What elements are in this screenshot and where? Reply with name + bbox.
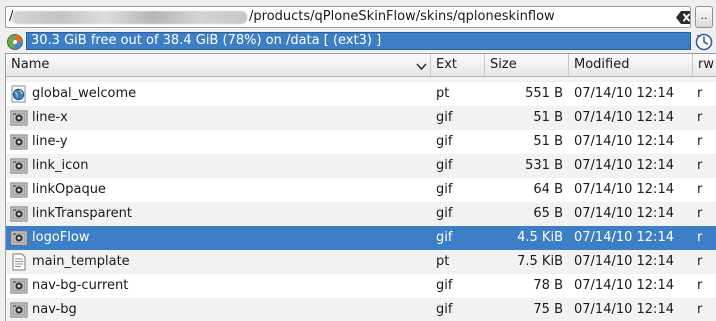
file-ext: pt: [436, 254, 450, 269]
file-modified: 07/14/10 12:14: [574, 254, 674, 269]
file-size: 551 B: [525, 86, 563, 101]
file-rw: r: [697, 86, 703, 101]
column-ext-label: Ext: [436, 57, 458, 72]
file-row[interactable]: linkTransparent gif 65 B 07/14/10 12:14 r: [6, 202, 716, 226]
file-ext: gif: [436, 182, 453, 197]
file-row[interactable]: main_template pt 7.5 KiB 07/14/10 12:14 r: [6, 250, 716, 274]
file-size: 51 B: [533, 134, 563, 149]
column-name-header[interactable]: Name: [6, 54, 431, 76]
file-ext: gif: [436, 206, 453, 221]
column-header: Name Ext Size Modified rw: [6, 54, 716, 77]
image-icon: [10, 229, 28, 247]
column-size-label: Size: [490, 57, 517, 72]
file-row-container: global_welcome pt 551 B 07/14/10 12:14 r line…: [6, 82, 716, 321]
history-clock-icon[interactable]: [695, 32, 713, 51]
file-modified: 07/14/10 12:14: [574, 182, 674, 197]
file-modified: 07/14/10 12:14: [574, 278, 674, 293]
file-modified: 07/14/10 12:14: [574, 206, 674, 221]
column-modified-header[interactable]: Modified: [569, 54, 693, 76]
file-list[interactable]: Name Ext Size Modified rw global_welcome…: [5, 53, 716, 321]
column-modified-label: Modified: [574, 57, 630, 72]
image-icon: [10, 109, 28, 127]
file-size: 78 B: [533, 278, 563, 293]
free-space-text: 30.3 GiB free out of 38.4 GiB (78%) on /…: [31, 33, 382, 48]
column-name-label: Name: [11, 57, 50, 72]
file-rw: r: [697, 278, 703, 293]
file-name: link_icon: [32, 158, 89, 173]
file-name: nav-bg: [32, 302, 77, 317]
file-rw: r: [697, 206, 703, 221]
file-ext: gif: [436, 134, 453, 149]
file-ext: gif: [436, 302, 453, 317]
image-icon: [10, 205, 28, 223]
image-icon: [10, 133, 28, 151]
file-ext: pt: [436, 86, 450, 101]
clear-path-icon[interactable]: [675, 10, 690, 25]
file-rw: r: [697, 230, 703, 245]
file-row[interactable]: nav-bg gif 75 B 07/14/10 12:14 r: [6, 298, 716, 321]
file-modified: 07/14/10 12:14: [574, 158, 674, 173]
path-bar: / /products/qPloneSkinFlow/skins/qplones…: [0, 0, 716, 33]
file-row[interactable]: nav-bg-current gif 78 B 07/14/10 12:14 r: [6, 274, 716, 298]
file-modified: 07/14/10 12:14: [574, 302, 674, 317]
file-size: 75 B: [533, 302, 563, 317]
column-size-header[interactable]: Size: [485, 54, 569, 76]
file-size: 531 B: [525, 158, 563, 173]
file-name: linkTransparent: [32, 206, 132, 221]
file-row[interactable]: line-x gif 51 B 07/14/10 12:14 r: [6, 106, 716, 130]
file-modified: 07/14/10 12:14: [574, 230, 674, 245]
file-rw: r: [697, 110, 703, 125]
file-size: 64 B: [533, 182, 563, 197]
file-modified: 07/14/10 12:14: [574, 110, 674, 125]
path-text: /products/qPloneSkinFlow/skins/qploneski…: [249, 9, 555, 24]
file-rw: r: [697, 254, 703, 269]
file-rw: r: [697, 134, 703, 149]
column-rw-label: rw: [698, 57, 714, 72]
file-rw: r: [697, 182, 703, 197]
image-icon: [10, 181, 28, 199]
file-ext: gif: [436, 158, 453, 173]
sort-descending-icon[interactable]: [416, 60, 427, 71]
file-rw: r: [697, 158, 703, 173]
free-space-bar: 30.3 GiB free out of 38.4 GiB (78%) on /…: [0, 31, 716, 52]
file-name: line-y: [32, 134, 68, 149]
file-rw: r: [697, 302, 703, 317]
file-modified: 07/14/10 12:14: [574, 134, 674, 149]
redacted-path-segment: [12, 11, 247, 24]
drive-icon: [6, 33, 24, 51]
file-row[interactable]: logoFlow gif 4.5 KiB 07/14/10 12:14 r: [6, 226, 716, 250]
image-icon: [10, 277, 28, 295]
file-name: logoFlow: [32, 230, 90, 245]
file-ext: gif: [436, 230, 453, 245]
path-input[interactable]: / /products/qPloneSkinFlow/skins/qplones…: [5, 6, 691, 28]
browse-button[interactable]: ..: [695, 6, 713, 28]
file-row[interactable]: linkOpaque gif 64 B 07/14/10 12:14 r: [6, 178, 716, 202]
file-size: 65 B: [533, 206, 563, 221]
file-rows: global_welcome pt 551 B 07/14/10 12:14 r line…: [6, 77, 716, 321]
file-row[interactable]: link_icon gif 531 B 07/14/10 12:14 r: [6, 154, 716, 178]
file-name: global_welcome: [32, 86, 137, 101]
image-icon: [10, 157, 28, 175]
file-name: nav-bg-current: [32, 278, 129, 293]
file-modified: 07/14/10 12:14: [574, 86, 674, 101]
web-page-icon: [10, 85, 28, 103]
file-size: 4.5 KiB: [517, 230, 563, 245]
file-name: linkOpaque: [32, 182, 106, 197]
file-manager-panel: / /products/qPloneSkinFlow/skins/qplones…: [0, 0, 716, 321]
file-ext: gif: [436, 110, 453, 125]
file-row[interactable]: global_welcome pt 551 B 07/14/10 12:14 r: [6, 82, 716, 106]
column-ext-header[interactable]: Ext: [431, 54, 485, 76]
file-name: main_template: [32, 254, 130, 269]
text-document-icon: [10, 253, 28, 271]
image-icon: [10, 301, 28, 319]
column-rw-header[interactable]: rw: [693, 54, 716, 76]
file-size: 7.5 KiB: [517, 254, 563, 269]
file-size: 51 B: [533, 110, 563, 125]
file-ext: gif: [436, 278, 453, 293]
file-row[interactable]: line-y gif 51 B 07/14/10 12:14 r: [6, 130, 716, 154]
free-space-indicator: 30.3 GiB free out of 38.4 GiB (78%) on /…: [26, 32, 691, 50]
file-name: line-x: [32, 110, 68, 125]
